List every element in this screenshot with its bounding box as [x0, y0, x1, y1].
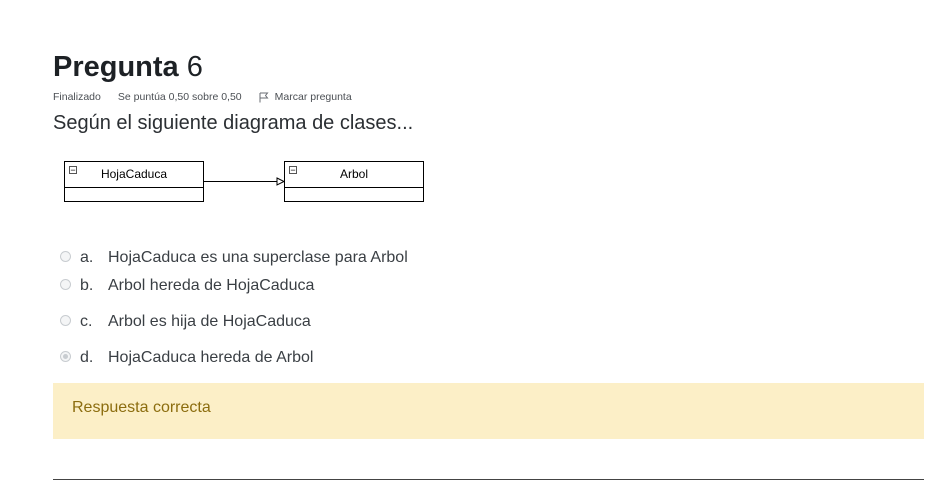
- collapse-icon: −: [70, 165, 75, 175]
- class-box-hojacaduca: − HojaCaduca: [64, 161, 204, 202]
- question-number: 6: [186, 51, 203, 83]
- answer-option-d[interactable]: d. HojaCaduca hereda de Arbol: [60, 349, 313, 367]
- collapse-icon: −: [290, 165, 295, 175]
- answer-letter: d.: [80, 349, 94, 366]
- answer-text: HojaCaduca hereda de Arbol: [108, 349, 314, 366]
- feedback-text: Respuesta correcta: [72, 399, 211, 416]
- class-name-arbol: Arbol: [340, 167, 368, 181]
- flag-label: Marcar pregunta: [274, 91, 352, 103]
- question-heading: Pregunta: [53, 51, 179, 83]
- answer-letter: c.: [80, 313, 93, 330]
- radio-button[interactable]: [60, 278, 71, 290]
- radio-button-selected[interactable]: [60, 350, 71, 362]
- flag-icon: [259, 92, 269, 102]
- answer-letter: b.: [80, 277, 94, 294]
- inheritance-arrow: [204, 177, 286, 186]
- answer-option-b[interactable]: b. Arbol hereda de HojaCaduca: [60, 277, 314, 295]
- flag-question-link[interactable]: Marcar pregunta: [259, 91, 369, 103]
- question-title: Pregunta 6: [53, 50, 203, 84]
- status-text: Finalizado: [53, 91, 101, 103]
- radio-button[interactable]: [60, 314, 71, 326]
- class-box-arbol: − Arbol: [284, 161, 424, 202]
- answer-letter: a.: [80, 249, 94, 266]
- answer-text: Arbol es hija de HojaCaduca: [108, 313, 311, 330]
- radio-button[interactable]: [60, 250, 71, 262]
- feedback-box: Respuesta correcta: [53, 383, 924, 439]
- answer-text: Arbol hereda de HojaCaduca: [108, 277, 315, 294]
- class-name-hojacaduca: HojaCaduca: [101, 167, 167, 181]
- answer-option-a[interactable]: a. HojaCaduca es una superclase para Arb…: [60, 249, 408, 267]
- question-text: Según el siguiente diagrama de clases...: [53, 112, 414, 134]
- answer-option-c[interactable]: c. Arbol es hija de HojaCaduca: [60, 313, 311, 331]
- class-diagram: − HojaCaduca − Arbol: [64, 161, 424, 202]
- question-info: Finalizado Se puntúa 0,50 sobre 0,50 Mar…: [53, 91, 369, 103]
- answer-text: HojaCaduca es una superclase para Arbol: [108, 249, 408, 266]
- score-text: Se puntúa 0,50 sobre 0,50: [117, 91, 242, 103]
